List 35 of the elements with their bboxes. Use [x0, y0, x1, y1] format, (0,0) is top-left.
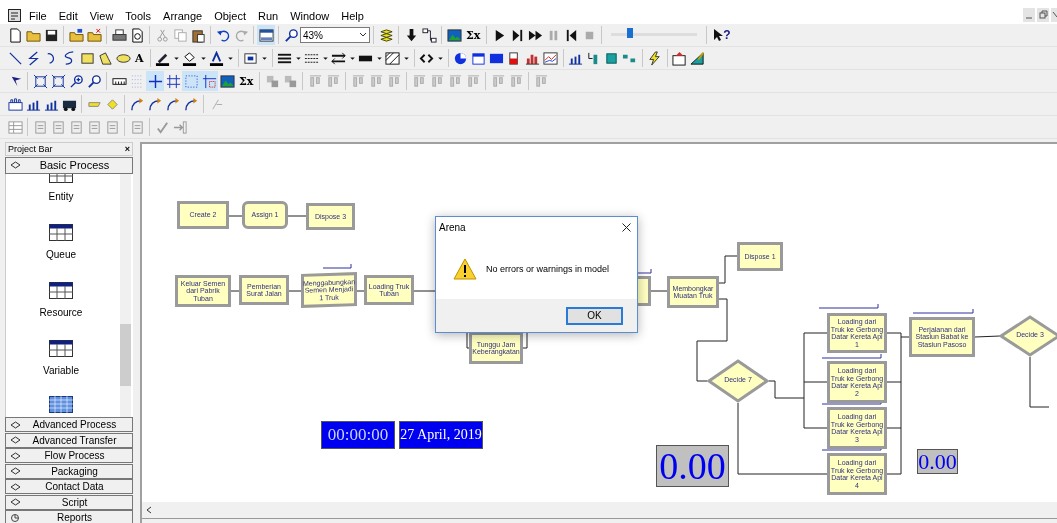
ok-button[interactable]: OK	[566, 306, 623, 325]
variable-display: 0.00	[917, 449, 958, 474]
clock-display: 00:00:00	[321, 421, 395, 449]
menu-item[interactable]: Help	[335, 10, 370, 22]
template-panel-button[interactable]: Script	[5, 494, 133, 510]
zoom-dropdown[interactable]: 43%	[300, 27, 370, 43]
date-display: 27 April, 2019	[399, 421, 483, 449]
toolbar-glyph[interactable]: Σx	[463, 28, 484, 42]
dialog-message: No errors or warnings in model	[486, 263, 610, 274]
module-label: Variable	[43, 365, 79, 377]
menu-item[interactable]: View	[83, 10, 120, 22]
template-panel-button[interactable]: Advanced Process	[5, 417, 133, 433]
variable-display: 0.00	[656, 445, 729, 487]
template-panel-button[interactable]: Flow Process	[5, 448, 133, 464]
template-panel-button[interactable]: Packaging	[5, 463, 133, 479]
template-panel-button[interactable]: Reports	[5, 510, 133, 523]
template-panel-button[interactable]: Advanced Transfer	[5, 432, 133, 448]
template-panel-button[interactable]: Contact Data	[5, 479, 133, 495]
menu-item[interactable]: Tools	[119, 10, 158, 22]
module-label: Entity	[48, 191, 74, 203]
panel-title: Project Bar	[8, 143, 53, 155]
menu-item[interactable]: Object	[208, 10, 252, 22]
toolbar-glyph[interactable]: A	[132, 51, 147, 65]
module-label: Queue	[46, 249, 76, 261]
template-panel-button[interactable]: Basic Process	[5, 156, 133, 175]
menu-item[interactable]: Window	[284, 10, 336, 22]
module-label: Resource	[39, 307, 83, 319]
menu-item[interactable]: Arrange	[157, 10, 209, 22]
menu-item[interactable]: File	[23, 10, 53, 22]
dialog-title: Arena	[439, 222, 466, 233]
toolbar-glyph[interactable]: Σx	[236, 74, 257, 88]
menu-item[interactable]: Edit	[52, 10, 84, 22]
close-button[interactable]: ×	[124, 143, 130, 155]
menu-item[interactable]: Run	[252, 10, 285, 22]
help-button[interactable]: ?	[710, 28, 734, 42]
